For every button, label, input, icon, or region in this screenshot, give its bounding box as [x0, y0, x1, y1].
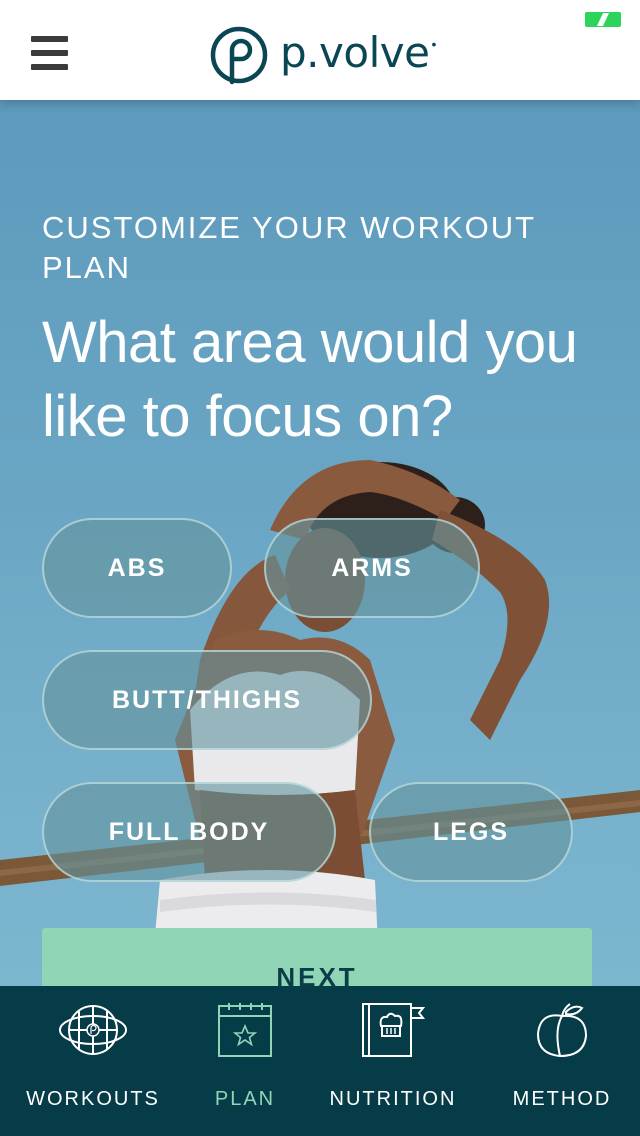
tab-label-nutrition: NUTRITION [329, 1088, 457, 1110]
question-headline: What area would you like to focus on? [42, 310, 578, 449]
eyebrow-title: CUSTOMIZE YOUR WORKOUT PLAN [42, 210, 536, 285]
calendar-star-icon [218, 1003, 272, 1057]
pvolve-logo[interactable]: p.volve • [208, 22, 436, 88]
logo-wordmark: p.volve [280, 28, 430, 77]
next-button[interactable]: NEXT [42, 928, 592, 990]
option-arms-button[interactable]: ARMS [264, 518, 480, 618]
tab-nutrition[interactable]: NUTRITION [322, 986, 464, 1136]
hamburger-icon[interactable] [31, 36, 68, 70]
bottom-tab-bar: WORKOUTS PLAN NUTRITION METHOD [0, 986, 640, 1136]
globe-logo-icon [59, 1005, 127, 1055]
chef-book-icon [362, 1003, 426, 1057]
tab-label-workouts: WORKOUTS [26, 1088, 160, 1110]
tab-workouts[interactable]: WORKOUTS [22, 986, 164, 1136]
pvolve-logo-icon [210, 26, 268, 85]
peach-icon [536, 1003, 588, 1058]
option-butt-thighs-button[interactable]: BUTT/THIGHS [42, 650, 372, 750]
logo-registered-dot: • [431, 36, 437, 52]
tab-label-method: METHOD [512, 1088, 612, 1110]
battery-charging-icon [585, 12, 621, 27]
app-header: p.volve • [0, 0, 640, 100]
hero-section: CUSTOMIZE YOUR WORKOUT PLAN What area wo… [0, 100, 640, 990]
tab-label-plan: PLAN [214, 1088, 276, 1110]
option-full-body-button[interactable]: FULL BODY [42, 782, 336, 882]
tab-plan[interactable]: PLAN [194, 986, 296, 1136]
tab-method[interactable]: METHOD [504, 986, 620, 1136]
option-abs-button[interactable]: ABS [42, 518, 232, 618]
option-legs-button[interactable]: LEGS [369, 782, 573, 882]
